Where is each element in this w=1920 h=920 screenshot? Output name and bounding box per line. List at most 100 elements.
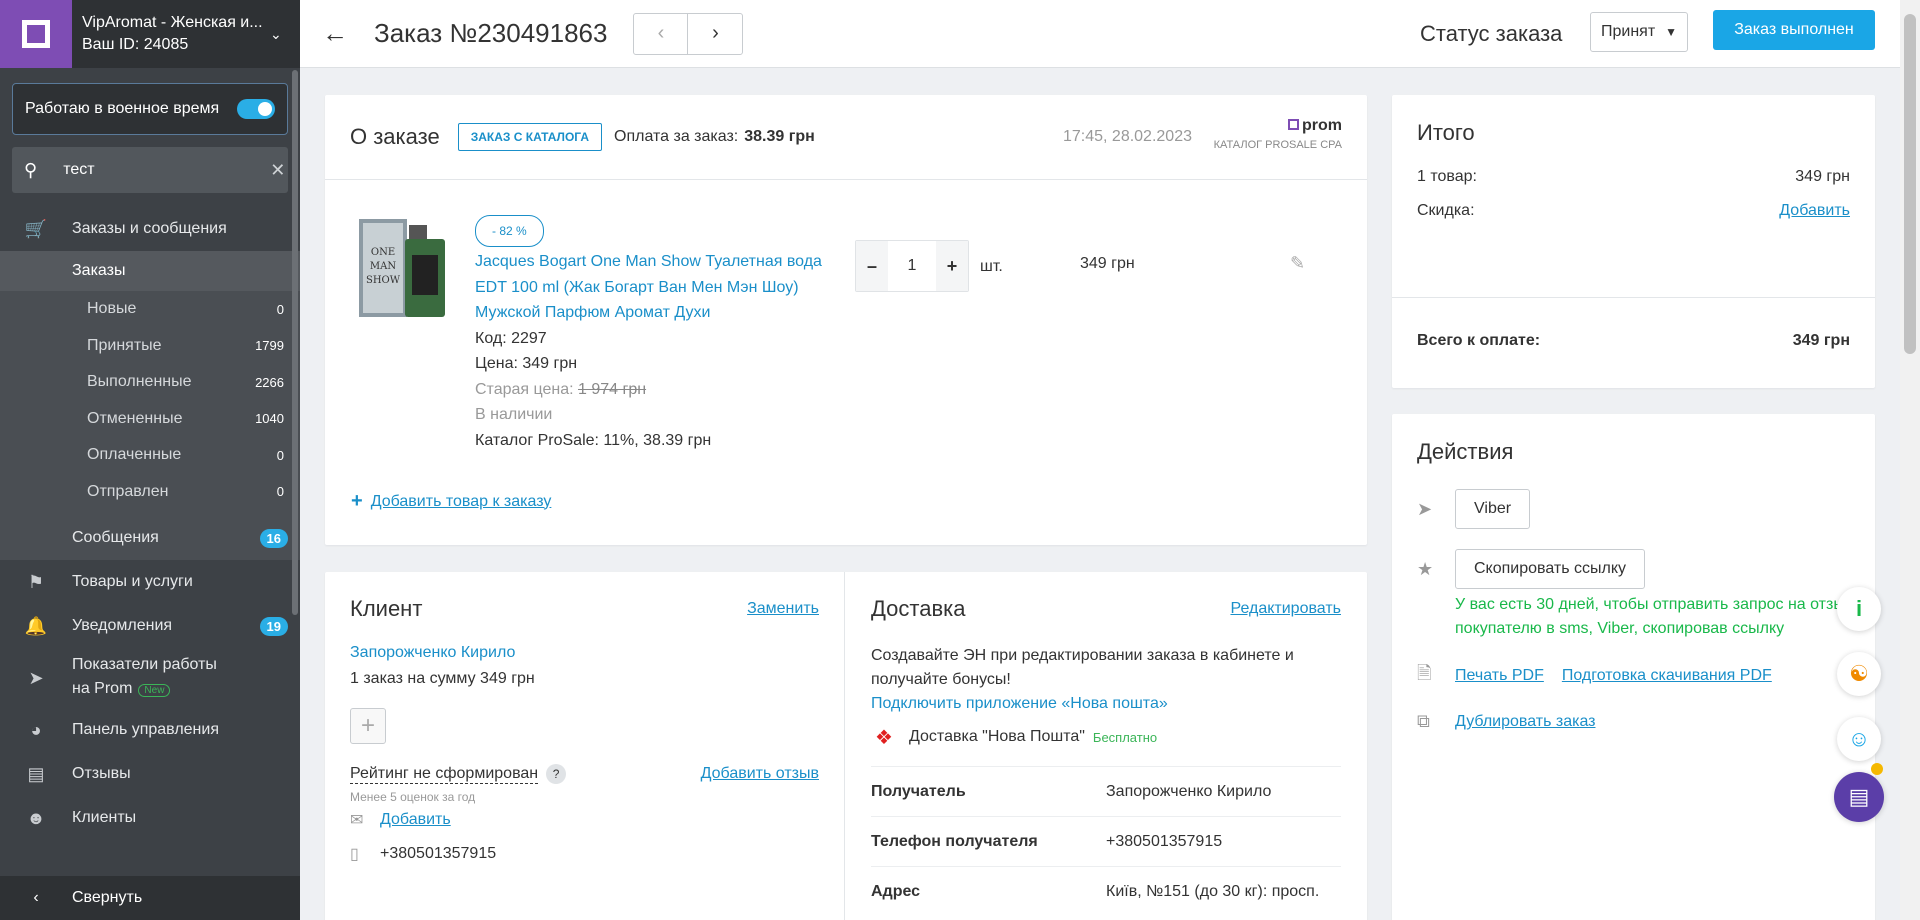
client-phone: +380501357915 bbox=[380, 845, 497, 862]
items-total: 349 грн bbox=[1795, 168, 1850, 185]
sidebar-item-status-sent[interactable]: Отправлен 0 bbox=[0, 473, 300, 510]
increase-quantity-button[interactable]: + bbox=[936, 241, 968, 291]
sidebar-item-notifications[interactable]: 🔔 Уведомления 19 bbox=[0, 604, 300, 648]
store-switcher[interactable]: VipAromat - Женская и... Ваш ID: 24085 ⌄ bbox=[0, 0, 300, 68]
status-select[interactable]: Принят ▼ bbox=[1590, 12, 1688, 52]
delivery-row: Адрес Київ, №151 (до 30 кг): просп. bbox=[871, 866, 1341, 916]
prom-logo-icon bbox=[0, 0, 72, 68]
add-discount-link[interactable]: Добавить bbox=[1779, 202, 1850, 220]
order-pager: ‹ › bbox=[633, 12, 744, 55]
add-email-link[interactable]: Добавить bbox=[380, 811, 451, 829]
prev-order-button[interactable]: ‹ bbox=[634, 13, 689, 54]
connect-nova-poshta-link[interactable]: Подключить приложение «Нова пошта» bbox=[871, 695, 1168, 712]
delivery-note: Создавайте ЭН при редактировании заказа … bbox=[871, 647, 1294, 688]
sidebar-item-status-cancelled[interactable]: Отмененные 1040 bbox=[0, 400, 300, 437]
product-image[interactable]: ONE MAN SHOW bbox=[357, 215, 447, 320]
svg-text:SHOW: SHOW bbox=[366, 275, 401, 286]
envelope-icon: ✉ bbox=[350, 812, 364, 829]
top-bar: ← Заказ №230491863 ‹ › Статус заказа При… bbox=[300, 0, 1900, 68]
product-catalog-fee: Каталог ProSale: 11%, 38.39 грн bbox=[475, 431, 712, 449]
sidebar-item-dashboard[interactable]: ◕ Панель управления bbox=[0, 708, 300, 752]
actions-card: Действия ➤ Viber ★ Скопировать ссылку У … bbox=[1392, 414, 1875, 920]
grand-total-row: Всего к оплате: 349 грн bbox=[1392, 297, 1875, 350]
send-icon: ➤ bbox=[1417, 498, 1433, 519]
sidebar-item-orders[interactable]: Заказы bbox=[0, 251, 300, 291]
order-done-button[interactable]: Заказ выполнен bbox=[1713, 10, 1875, 50]
delivery-free-label: Бесплатно bbox=[1092, 729, 1158, 745]
delivery-method: Доставка "Нова Пошта" bbox=[909, 728, 1085, 745]
sidebar-item-status-completed[interactable]: Выполненные 2266 bbox=[0, 364, 300, 401]
search-icon: ⚲ bbox=[24, 159, 38, 180]
product-code: Код: 2297 bbox=[475, 329, 547, 347]
sidebar-item-products[interactable]: ⚑ Товары и услуги bbox=[0, 560, 300, 604]
product-availability: В наличии bbox=[475, 406, 553, 423]
change-client-link[interactable]: Заменить bbox=[747, 600, 819, 618]
support-agent-icon[interactable]: ☺ bbox=[1837, 717, 1881, 761]
viber-button[interactable]: Viber bbox=[1455, 489, 1531, 529]
svg-text:MAN: MAN bbox=[370, 261, 396, 272]
page-title: Заказ №230491863 bbox=[374, 18, 608, 48]
sidebar-item-orders-messages[interactable]: 🛒 Заказы и сообщения bbox=[0, 207, 300, 251]
order-card: О заказе ЗАКАЗ С КАТАЛОГА Оплата за зака… bbox=[325, 95, 1367, 545]
client-name-link[interactable]: Запорожченко Кирило bbox=[350, 644, 819, 662]
sidebar-item-status-new[interactable]: Новые 0 bbox=[0, 291, 300, 328]
wartime-toggle[interactable] bbox=[237, 99, 275, 119]
decrease-quantity-button[interactable]: – bbox=[856, 241, 888, 291]
clear-search-icon[interactable]: ✕ bbox=[270, 160, 285, 181]
client-delivery-card: Клиент Заменить Запорожченко Кирило 1 за… bbox=[325, 572, 1367, 920]
notifications-count-badge: 19 bbox=[259, 616, 288, 636]
chevron-down-icon: ▼ bbox=[1665, 25, 1677, 39]
actions-title: Действия bbox=[1417, 439, 1514, 464]
pdf-icon: 🗎 bbox=[1417, 663, 1432, 683]
rating-text[interactable]: Рейтинг не сформирован bbox=[350, 765, 539, 784]
sidebar-item-clients[interactable]: ☻ Клиенты bbox=[0, 796, 300, 840]
order-card-title: О заказе bbox=[350, 124, 440, 149]
sidebar-scrollbar[interactable] bbox=[292, 70, 298, 615]
add-button[interactable]: + bbox=[350, 708, 386, 744]
chevron-left-icon: ‹ bbox=[33, 889, 39, 906]
totals-title: Итого bbox=[1417, 120, 1475, 145]
duplicate-order-link[interactable]: Дублировать заказ bbox=[1455, 713, 1596, 731]
sidebar-item-performance[interactable]: ➤ Показатели работы на Prom New bbox=[0, 648, 300, 708]
delivery-row: Получатель Запорожченко Кирило bbox=[871, 766, 1341, 816]
info-icon[interactable]: i bbox=[1837, 587, 1881, 631]
add-product-link[interactable]: + Добавить товар к заказу bbox=[351, 490, 551, 513]
delivery-title: Доставка bbox=[871, 596, 966, 621]
edit-delivery-link[interactable]: Редактировать bbox=[1230, 600, 1341, 618]
headset-icon[interactable]: ☯ bbox=[1837, 652, 1881, 696]
search-input[interactable] bbox=[37, 161, 271, 179]
product-old-price: Старая цена: 1 974 грн bbox=[475, 380, 647, 398]
chevron-down-icon[interactable]: ⌄ bbox=[270, 26, 300, 43]
pencil-icon[interactable]: ✎ bbox=[1290, 253, 1305, 274]
plus-icon: + bbox=[351, 490, 363, 512]
back-arrow-icon[interactable]: ← bbox=[322, 18, 362, 49]
prom-logo: prom bbox=[1214, 117, 1342, 135]
rocket-icon: ➤ bbox=[28, 667, 44, 688]
sidebar: VipAromat - Женская и... Ваш ID: 24085 ⌄… bbox=[0, 0, 300, 920]
product-name-link[interactable]: Jacques Bogart One Man Show Туалетная во… bbox=[475, 249, 855, 326]
status-label: Статус заказа bbox=[1420, 20, 1563, 46]
sidebar-item-label: Заказы и сообщения bbox=[72, 220, 227, 237]
collapse-sidebar-button[interactable]: ‹ Свернуть bbox=[0, 876, 300, 920]
help-icon[interactable]: ? bbox=[546, 764, 567, 784]
review-request-note: У вас есть 30 дней, чтобы отправить запр… bbox=[1455, 596, 1854, 637]
copy-link-button[interactable]: Скопировать ссылку bbox=[1455, 549, 1646, 589]
chat-icon[interactable]: ▤ bbox=[1834, 772, 1884, 822]
client-title: Клиент bbox=[350, 596, 423, 621]
sidebar-item-messages[interactable]: Сообщения 16 bbox=[0, 516, 300, 560]
quantity-unit: шт. bbox=[980, 258, 1003, 275]
next-order-button[interactable]: › bbox=[688, 14, 742, 54]
sidebar-item-status-paid[interactable]: Оплаченные 0 bbox=[0, 437, 300, 474]
add-review-link[interactable]: Добавить отзыв bbox=[701, 765, 819, 783]
page-scrollbar[interactable] bbox=[1900, 0, 1920, 920]
order-datetime: 17:45, 28.02.2023 bbox=[1062, 128, 1192, 145]
sidebar-item-reviews[interactable]: ▤ Отзывы bbox=[0, 752, 300, 796]
rating-subtext: Менее 5 оценок за год bbox=[350, 790, 476, 804]
messages-count-badge: 16 bbox=[259, 528, 288, 548]
print-pdf-link[interactable]: Печать PDF bbox=[1455, 667, 1544, 685]
sidebar-item-status-accepted[interactable]: Принятые 1799 bbox=[0, 327, 300, 364]
quantity-input[interactable]: 1 bbox=[888, 241, 936, 291]
bell-icon: 🔔 bbox=[24, 615, 48, 636]
prepare-pdf-link[interactable]: Подготовка скачивания PDF bbox=[1562, 667, 1772, 685]
cart-icon: 🛒 bbox=[24, 218, 48, 239]
